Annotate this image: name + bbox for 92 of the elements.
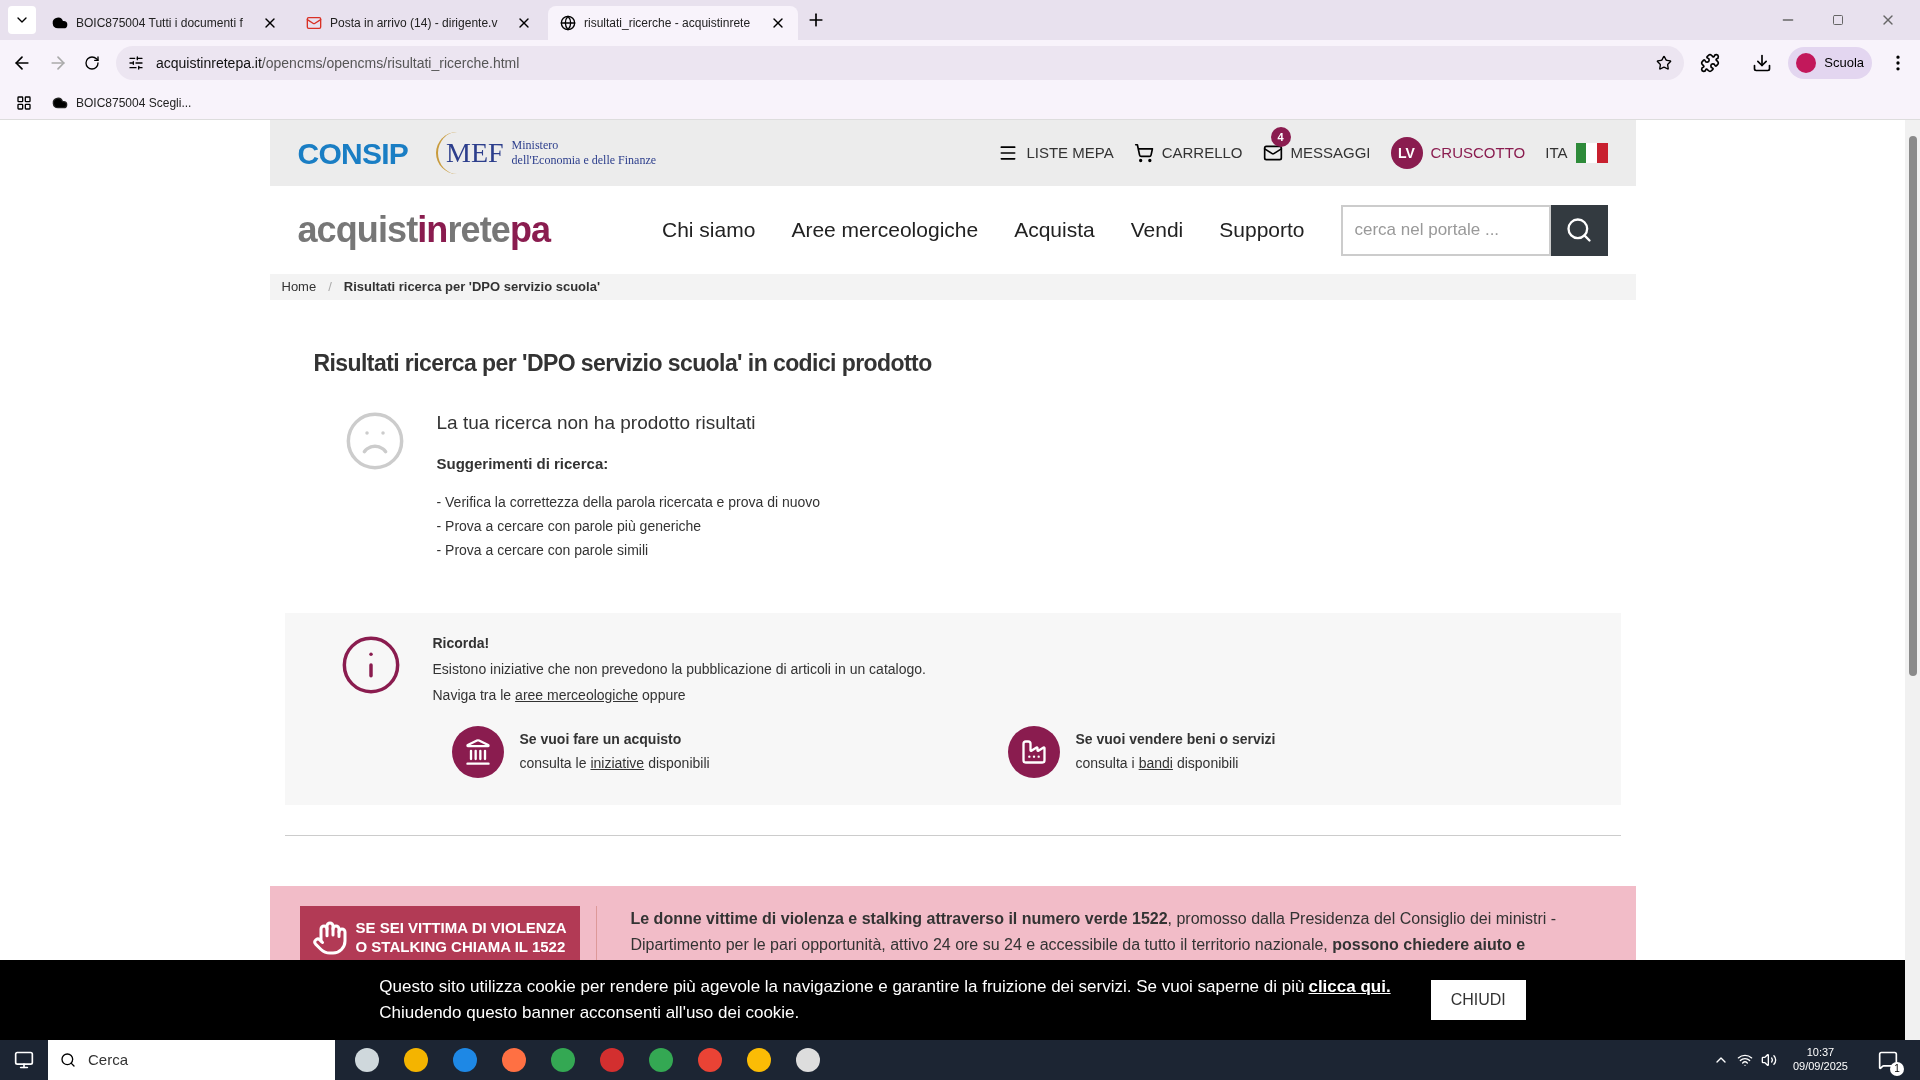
suggestion-text: - Prova a cercare con parole più generiche [436, 516, 703, 536]
logo-text[interactable]: acquist [297, 203, 418, 257]
breadcrumb-separator: / [328, 278, 332, 297]
mail-icon [306, 15, 322, 31]
site-settings-icon [128, 55, 144, 71]
network-icon[interactable] [1736, 1052, 1753, 1068]
tab-list-button[interactable] [8, 6, 36, 34]
ministry-name: dell'Economia e delle Finanze [511, 153, 657, 168]
ministry-name: Ministero [511, 138, 560, 153]
suggestions-title: Suggerimenti di ricerca: [436, 454, 610, 474]
helpline-image-text: O STALKING CHIAMA IL 1522 [355, 937, 567, 957]
globe-icon [560, 15, 576, 31]
action-link[interactable]: iniziative [590, 753, 645, 774]
envelope-icon [1262, 143, 1283, 163]
search-icon [1565, 216, 1593, 244]
suggestion-text: - Verifica la correttezza della parola ricercata e prova di nuovo [436, 492, 821, 512]
categories-link[interactable]: aree merceologiche [515, 684, 639, 706]
taskbar-app-icon[interactable] [747, 1048, 771, 1072]
taskbar-app-icon[interactable] [404, 1048, 428, 1072]
message-count-badge: 4 [1270, 127, 1291, 147]
reminder-title: Ricorda! [432, 633, 491, 653]
reminder-text: oppure [642, 685, 686, 705]
scrollbar[interactable] [1905, 120, 1920, 1040]
logo-text[interactable]: pa [509, 203, 551, 257]
nav-link[interactable]: Vendi [1130, 214, 1184, 246]
clock-date[interactable]: 09/09/2025 [1792, 1060, 1848, 1074]
no-results-title: La tua ricerca non ha prodotto risultati [436, 410, 757, 435]
cookie-text: Questo sito utilizza cookie per rendere più agevole la navigazione e garantire la fruizione dei servizi. Se vuoi saperne di più [379, 976, 1305, 998]
nav-link[interactable]: Aree merceologiche [791, 214, 979, 246]
taskbar-app-icon[interactable] [551, 1048, 575, 1072]
consip-logo[interactable]: CONSIP [297, 130, 409, 176]
address-bar[interactable]: acquistinretepa.it/opencms/opencms/risultati_ricerche.html [116, 46, 1685, 80]
top-bar-link[interactable]: CRUSCOTTO [1430, 141, 1526, 165]
suggestion-text: - Prova a cercare con parole simili [436, 540, 650, 560]
browser-tab[interactable]: BOIC875004 Tutti i documenti f [40, 6, 290, 40]
reload-icon[interactable] [84, 55, 100, 71]
nav-link[interactable]: Chi siamo [662, 214, 756, 246]
nav-link[interactable]: Supporto [1219, 214, 1305, 246]
action-title: Se vuoi vendere beni o servizi [1075, 730, 1276, 749]
search-icon [60, 1052, 76, 1068]
taskbar-app-icon[interactable] [355, 1048, 379, 1072]
breadcrumb-current: Risultati ricerca per 'DPO servizio scuola' [343, 278, 600, 297]
breadcrumb-link[interactable]: Home [281, 277, 317, 297]
reminder-text: Esistono iniziative che non prevedono la pubblicazione di articoli in un catalogo. [432, 659, 926, 679]
url-text: acquistinretepa.it/opencms/opencms/risultati_ricerche.html [156, 53, 521, 73]
taskbar-search-field[interactable]: Cerca [48, 1040, 335, 1080]
action-title: Se vuoi fare un acquisto [519, 730, 683, 749]
logo-text[interactable]: in [417, 203, 448, 257]
download-icon[interactable] [1752, 53, 1773, 73]
language-link[interactable]: ITA [1545, 141, 1568, 165]
top-bar-link[interactable]: LISTE MEPA [1026, 141, 1114, 165]
close-cookie-button[interactable]: CHIUDI [1430, 980, 1526, 1020]
notifications-button[interactable]: 1 [1872, 1044, 1904, 1076]
cloud-icon [52, 15, 68, 31]
cookie-info-link[interactable]: clicca qui. [1308, 974, 1391, 1000]
browser-tab[interactable]: risultati_ricerche - acquistinrete [548, 6, 798, 40]
cookie-text: Chiudendo questo banner acconsenti all'uso dei cookie. [379, 1002, 801, 1024]
taskbar-app-icon[interactable] [649, 1048, 673, 1072]
profile-button[interactable]: Scuola [1788, 47, 1872, 79]
nav-link[interactable]: Acquista [1014, 214, 1095, 246]
volume-icon[interactable] [1760, 1052, 1777, 1068]
tab-title: Posta in arrivo (14) - dirigente.v [330, 15, 498, 32]
restore-icon[interactable] [1832, 14, 1844, 26]
results-heading: Risultati ricerca per 'DPO servizio scuola' in codici prodotto [313, 349, 933, 378]
mef-logo[interactable]: MEF [436, 132, 504, 174]
action-text: consulta i [1075, 754, 1135, 773]
search-field[interactable]: cerca nel portale ... [1340, 204, 1551, 256]
action-text: consulta le [519, 754, 587, 773]
tab-title: BOIC875004 Tutti i documenti f [76, 15, 243, 32]
user-initials-avatar: LV [1390, 137, 1423, 169]
extensions-icon[interactable] [1700, 53, 1721, 73]
action-text: disponibili [1176, 754, 1239, 773]
clock-time[interactable]: 10:37 [1806, 1046, 1835, 1060]
search-button[interactable] [1550, 204, 1608, 256]
profile-avatar-icon [1796, 53, 1817, 73]
logo-text[interactable]: rete [447, 203, 510, 257]
helpline-text: Le donne vittime di violenza e stalking attraverso il numero verde 1522, promosso dalla Presidenza del Consiglio dei ministri - Dipartimento per le pari opportunità, attivo 24 ore su 24 e accessibile da tutto il territorio nazionale, possono chiedere aiuto e [630, 908, 1558, 955]
helpline-image-text: SE SEI VITTIMA DI VIOLENZA [355, 918, 567, 938]
bookmark-star-icon[interactable] [1656, 55, 1673, 71]
italian-flag-icon [1575, 143, 1608, 163]
top-bar-link[interactable]: MESSAGGI [1290, 141, 1371, 165]
action-text: disponibili [648, 754, 710, 773]
bookmark-link[interactable]: BOIC875004 Scegli... [52, 93, 192, 112]
browser-tab[interactable]: Posta in arrivo (14) - dirigente.v [294, 6, 544, 40]
cart-icon [1133, 143, 1154, 163]
reminder-text: Naviga tra le [432, 685, 512, 705]
top-bar-link[interactable]: CARRELLO [1161, 141, 1243, 165]
apps-icon[interactable] [16, 94, 32, 111]
tab-title: risultati_ricerche - acquistinrete [584, 15, 751, 32]
action-link[interactable]: bandi [1138, 753, 1173, 774]
taskbar-app-icon[interactable] [796, 1048, 820, 1072]
taskbar-app-icon[interactable] [502, 1048, 526, 1072]
